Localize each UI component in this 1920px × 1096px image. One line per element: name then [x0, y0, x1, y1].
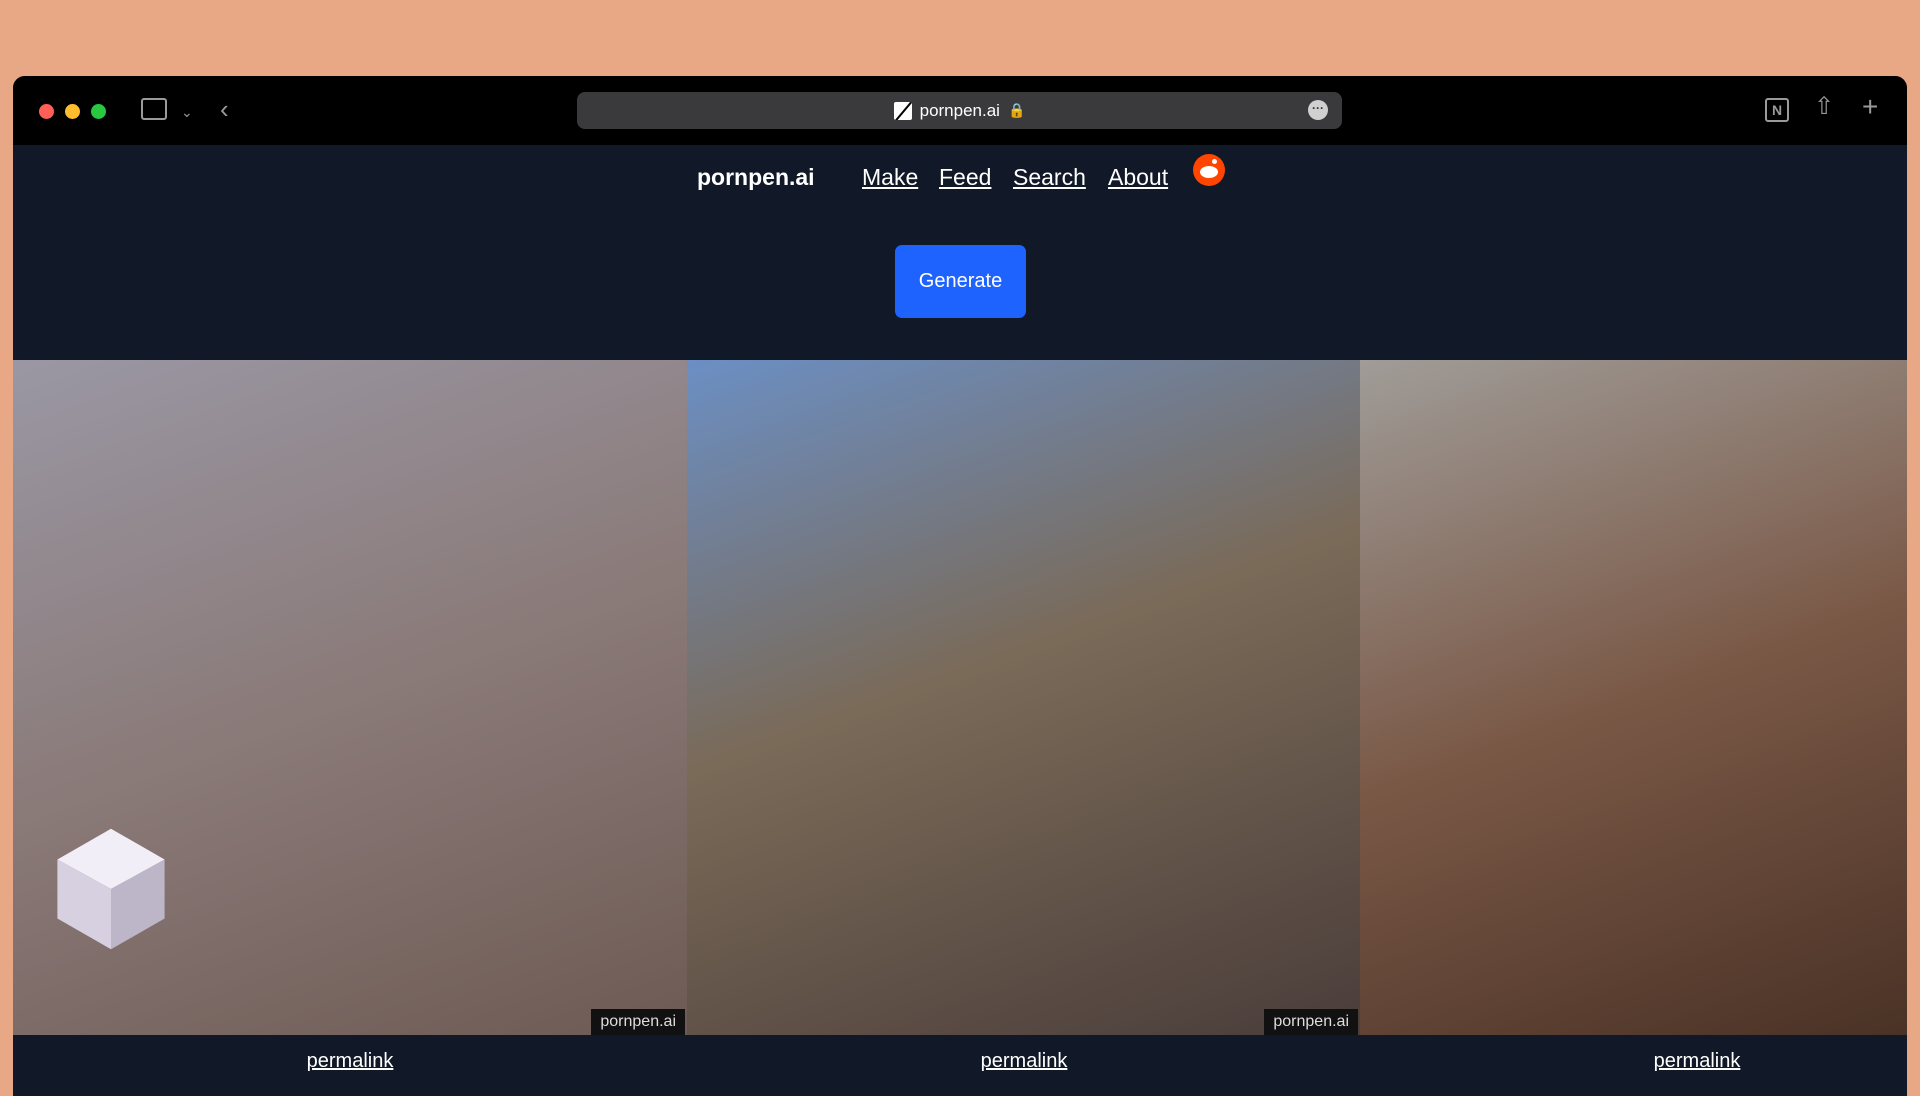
- title-bar: ⌄ ‹ pornpen.ai 🔒 ··· N ⇧ +: [13, 76, 1907, 145]
- generate-button[interactable]: Generate: [895, 245, 1026, 318]
- sidebar-icon[interactable]: [141, 98, 167, 120]
- address-bar[interactable]: pornpen.ai 🔒 ···: [577, 92, 1342, 129]
- reddit-icon[interactable]: [1193, 154, 1225, 186]
- permalink-link[interactable]: permalink: [981, 1050, 1068, 1073]
- nav-feed[interactable]: Feed: [939, 164, 991, 191]
- share-icon[interactable]: ⇧: [1814, 95, 1834, 119]
- nav-make[interactable]: Make: [862, 164, 918, 191]
- site-nav: pornpen.ai Make Feed Search About: [13, 158, 1907, 198]
- brand-logo[interactable]: pornpen.ai: [697, 164, 815, 191]
- permalink-link[interactable]: permalink: [1654, 1050, 1741, 1073]
- back-icon[interactable]: ‹: [220, 96, 229, 122]
- cube-logo-icon: [57, 828, 165, 950]
- nav-search[interactable]: Search: [1013, 164, 1086, 191]
- permalink-link[interactable]: permalink: [307, 1050, 394, 1073]
- url-text: pornpen.ai: [919, 100, 1000, 120]
- image-gallery: pornpen.ai pornpen.ai: [13, 360, 1907, 1035]
- site-favicon-icon: [893, 101, 912, 120]
- watermark: pornpen.ai: [1264, 1009, 1358, 1035]
- more-icon[interactable]: ···: [1308, 100, 1328, 120]
- lock-icon: 🔒: [1007, 102, 1026, 118]
- chevron-down-icon[interactable]: ⌄: [181, 101, 193, 123]
- gallery-image[interactable]: [1360, 360, 1907, 1035]
- nav-about[interactable]: About: [1108, 164, 1168, 191]
- notion-icon[interactable]: N: [1765, 98, 1789, 122]
- minimize-window-button[interactable]: [65, 104, 80, 119]
- gallery-image[interactable]: pornpen.ai: [687, 360, 1360, 1035]
- maximize-window-button[interactable]: [91, 104, 106, 119]
- watermark: pornpen.ai: [591, 1009, 685, 1035]
- browser-window: ⌄ ‹ pornpen.ai 🔒 ··· N ⇧ + pornpen.ai Ma…: [13, 76, 1907, 1096]
- new-tab-icon[interactable]: +: [1862, 93, 1878, 121]
- close-window-button[interactable]: [39, 104, 54, 119]
